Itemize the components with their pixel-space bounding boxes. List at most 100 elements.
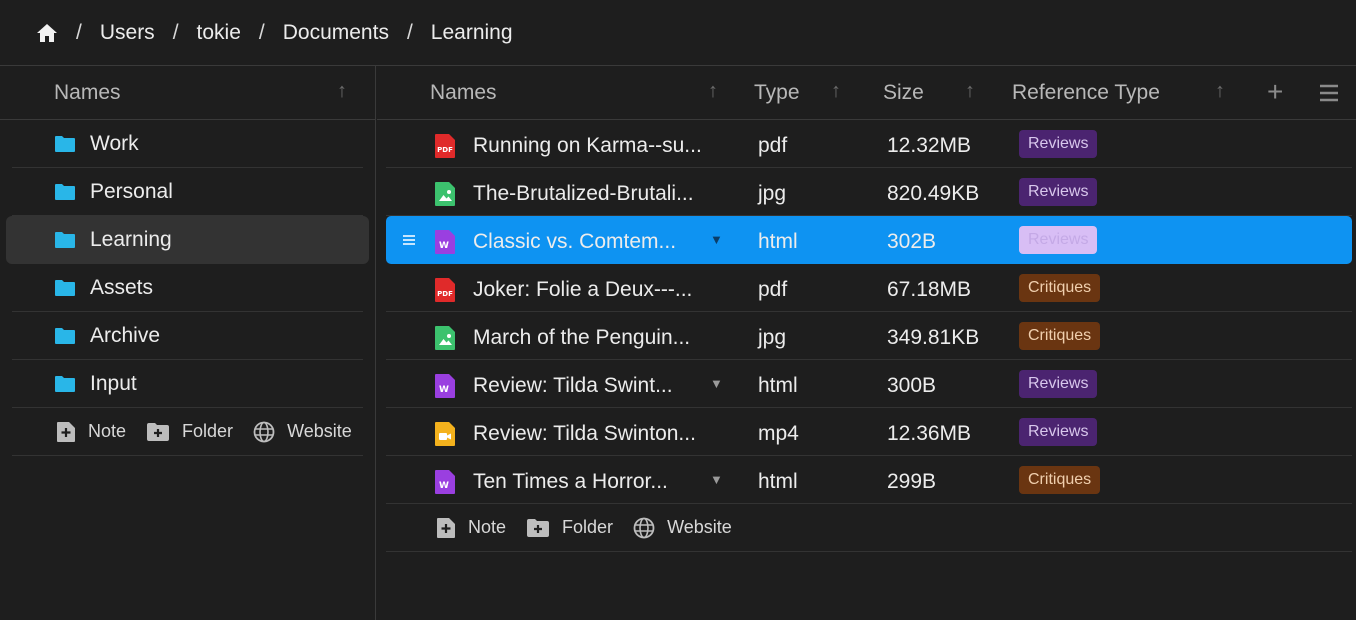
folder-item-assets[interactable]: Assets bbox=[12, 264, 363, 312]
file-name: Classic vs. Comtem... bbox=[473, 230, 677, 253]
folder-item-work[interactable]: Work bbox=[12, 120, 363, 168]
file-name: Joker: Folie a Deux---... bbox=[473, 278, 693, 301]
expand-caret-icon[interactable]: ▼ bbox=[710, 232, 723, 247]
sort-asc-icon[interactable]: ↑ bbox=[337, 80, 347, 103]
table-row[interactable]: W Ten Times a Horror... ▼ html 299B Crit… bbox=[386, 456, 1352, 504]
add-note-button[interactable]: Note bbox=[436, 517, 506, 539]
add-column-icon[interactable]: + bbox=[1267, 78, 1283, 106]
image-icon bbox=[434, 181, 456, 213]
image-icon bbox=[434, 325, 456, 357]
globe-icon bbox=[253, 421, 275, 442]
file-type: jpg bbox=[758, 182, 787, 205]
column-header-size[interactable]: Size bbox=[883, 81, 924, 105]
html-icon: W bbox=[434, 469, 456, 501]
file-type: jpg bbox=[758, 326, 787, 349]
folder-item-input[interactable]: Input bbox=[12, 360, 363, 408]
reference-type-badge[interactable]: Reviews bbox=[1019, 178, 1098, 206]
file-size: 300B bbox=[887, 374, 937, 397]
folder-icon bbox=[54, 375, 76, 393]
video-icon bbox=[434, 421, 456, 453]
folder-sidebar: Names ↑ Work Personal Learning Assets Ar… bbox=[0, 66, 376, 620]
sort-asc-icon[interactable]: ↑ bbox=[708, 80, 718, 103]
file-name: Running on Karma--su... bbox=[473, 134, 702, 157]
pdf-icon: PDF bbox=[434, 133, 456, 165]
file-type: mp4 bbox=[758, 422, 799, 445]
reference-type-badge[interactable]: Critiques bbox=[1019, 322, 1101, 350]
file-type: pdf bbox=[758, 278, 788, 301]
breadcrumb-item-learning[interactable]: Learning bbox=[431, 21, 513, 45]
home-icon[interactable] bbox=[36, 22, 58, 44]
table-row-selected[interactable]: W Classic vs. Comtem... ▼ html 302B Revi… bbox=[386, 216, 1352, 264]
expand-caret-icon[interactable]: ▼ bbox=[710, 376, 723, 391]
breadcrumb-separator: / bbox=[76, 20, 82, 44]
sidebar-names-header[interactable]: Names bbox=[54, 81, 121, 105]
table-row[interactable]: March of the Penguin... jpg 349.81KB Cri… bbox=[386, 312, 1352, 360]
pdf-icon: PDF bbox=[434, 277, 456, 309]
breadcrumb-separator: / bbox=[172, 20, 179, 44]
drag-handle-icon[interactable] bbox=[402, 230, 416, 251]
expand-caret-icon[interactable]: ▼ bbox=[710, 472, 723, 487]
table-row[interactable]: PDF Joker: Folie a Deux---... pdf 67.18M… bbox=[386, 264, 1352, 312]
reference-type-badge[interactable]: Reviews bbox=[1019, 418, 1098, 446]
folder-icon bbox=[54, 327, 76, 345]
globe-icon bbox=[633, 517, 655, 538]
file-type: html bbox=[758, 470, 798, 493]
add-website-button[interactable]: Website bbox=[633, 517, 732, 539]
folder-item-personal[interactable]: Personal bbox=[12, 168, 363, 216]
table-header: Names ↑ Type ↑ Size ↑ Reference Type ↑ + bbox=[377, 66, 1356, 120]
breadcrumb: / Users / tokie / Documents / Learning bbox=[0, 0, 1356, 66]
file-table: Names ↑ Type ↑ Size ↑ Reference Type ↑ +… bbox=[377, 66, 1356, 620]
column-header-type[interactable]: Type bbox=[754, 81, 800, 105]
table-row[interactable]: Review: Tilda Swinton... mp4 12.36MB Rev… bbox=[386, 408, 1352, 456]
html-icon: W bbox=[434, 229, 456, 261]
folder-add-icon bbox=[527, 518, 550, 537]
sort-asc-icon[interactable]: ↑ bbox=[1215, 80, 1225, 103]
file-size: 12.32MB bbox=[887, 134, 972, 157]
add-note-button[interactable]: Note bbox=[56, 421, 126, 443]
folder-icon bbox=[54, 231, 76, 249]
folder-label: Personal bbox=[90, 179, 173, 203]
breadcrumb-separator: / bbox=[406, 20, 413, 44]
table-row[interactable]: PDF Running on Karma--su... pdf 12.32MB … bbox=[386, 120, 1352, 168]
reference-type-badge[interactable]: Reviews bbox=[1019, 370, 1098, 398]
sort-asc-icon[interactable]: ↑ bbox=[965, 80, 975, 103]
add-folder-button[interactable]: Folder bbox=[146, 421, 233, 442]
breadcrumb-item-users[interactable]: Users bbox=[100, 21, 155, 45]
folder-item-learning[interactable]: Learning bbox=[6, 216, 369, 264]
folder-label: Work bbox=[90, 131, 139, 155]
file-size: 302B bbox=[887, 230, 937, 253]
reference-type-badge[interactable]: Reviews bbox=[1019, 130, 1098, 158]
breadcrumb-item-documents[interactable]: Documents bbox=[283, 21, 389, 45]
reference-type-badge[interactable]: Reviews bbox=[1019, 226, 1098, 254]
column-header-names[interactable]: Names bbox=[430, 81, 497, 105]
file-name: March of the Penguin... bbox=[473, 326, 691, 349]
table-row[interactable]: W Review: Tilda Swint... ▼ html 300B Rev… bbox=[386, 360, 1352, 408]
folder-icon bbox=[54, 279, 76, 297]
sidebar-header[interactable]: Names ↑ bbox=[0, 66, 375, 120]
file-size: 12.36MB bbox=[887, 422, 972, 445]
folder-label: Assets bbox=[90, 275, 154, 299]
reference-type-badge[interactable]: Critiques bbox=[1019, 274, 1101, 302]
breadcrumb-separator: / bbox=[258, 20, 265, 44]
file-name: The-Brutalized-Brutali... bbox=[473, 182, 694, 205]
add-website-button[interactable]: Website bbox=[253, 421, 352, 443]
file-name: Review: Tilda Swint... bbox=[473, 374, 673, 397]
file-name: Ten Times a Horror... bbox=[473, 470, 668, 493]
sort-asc-icon[interactable]: ↑ bbox=[831, 80, 841, 103]
file-name: Review: Tilda Swinton... bbox=[473, 422, 696, 445]
file-size: 820.49KB bbox=[887, 182, 980, 205]
add-folder-button[interactable]: Folder bbox=[526, 517, 613, 538]
file-type: pdf bbox=[758, 134, 788, 157]
svg-text:W: W bbox=[439, 481, 449, 491]
table-row[interactable]: The-Brutalized-Brutali... jpg 820.49KB R… bbox=[386, 168, 1352, 216]
html-icon: W bbox=[434, 373, 456, 405]
folder-item-archive[interactable]: Archive bbox=[12, 312, 363, 360]
breadcrumb-item-tokie[interactable]: tokie bbox=[197, 21, 241, 45]
note-add-icon bbox=[437, 517, 455, 538]
file-size: 299B bbox=[887, 470, 937, 493]
svg-text:PDF: PDF bbox=[437, 290, 453, 298]
folder-list: Work Personal Learning Assets Archive In… bbox=[0, 120, 375, 456]
column-header-reference-type[interactable]: Reference Type bbox=[1012, 81, 1160, 105]
reference-type-badge[interactable]: Critiques bbox=[1019, 466, 1101, 494]
menu-icon[interactable] bbox=[1319, 84, 1339, 108]
